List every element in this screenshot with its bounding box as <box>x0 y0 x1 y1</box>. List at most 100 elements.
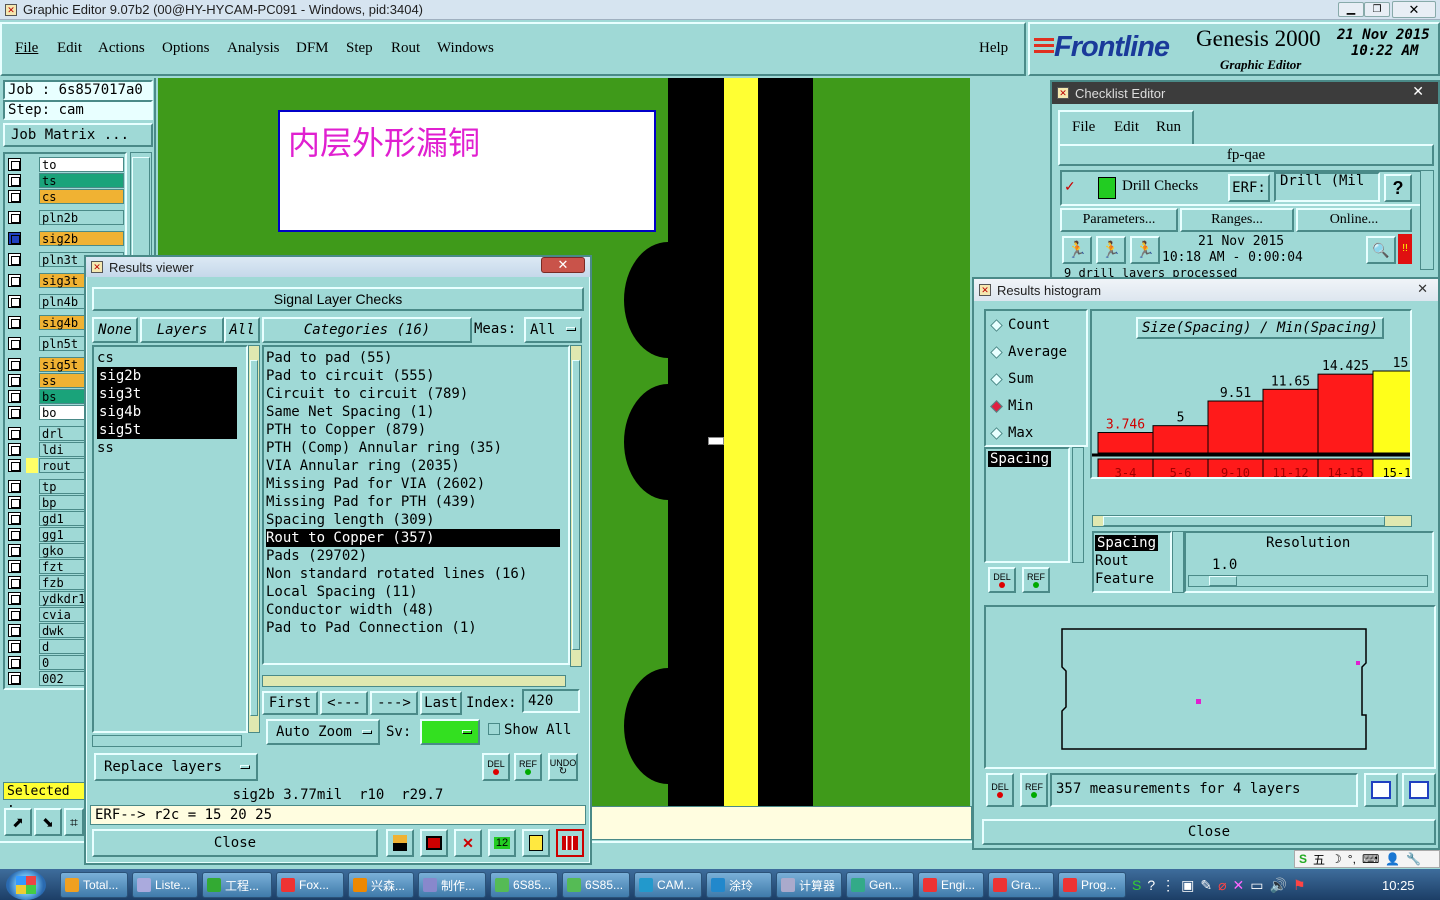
taskbar-item[interactable]: 工程... <box>202 872 272 898</box>
layer-checkbox[interactable] <box>8 496 21 509</box>
tray-monitor-icon[interactable]: ▭ <box>1250 877 1263 894</box>
layer-checkbox[interactable] <box>8 211 21 224</box>
close-window-button[interactable]: ✕ <box>1392 1 1436 18</box>
rv-close-button[interactable]: Close <box>92 829 378 857</box>
layer-checkbox[interactable] <box>8 560 21 573</box>
rv-category-item[interactable]: Local Spacing (11) <box>266 583 418 601</box>
radio-label[interactable]: Min <box>1008 398 1033 414</box>
layer-row[interactable]: cs <box>8 189 124 204</box>
layer-row[interactable]: ts <box>8 173 124 188</box>
rv-category-item[interactable]: Pad to circuit (555) <box>266 367 435 385</box>
taskbar-item[interactable]: Gra... <box>988 872 1054 898</box>
layer-checkbox[interactable] <box>8 374 21 387</box>
layer-checkbox[interactable] <box>8 480 21 493</box>
histogram-titlebar[interactable]: ✕ Results histogram ✕ <box>974 279 1438 301</box>
rv-category-item[interactable]: PTH to Copper (879) <box>266 421 426 439</box>
histogram-chart[interactable]: 3.746 3-4 5 5-6 9.51 9-10 11.65 11-12 14.425 14-1… <box>1092 311 1410 477</box>
rv-close-x-button[interactable]: ✕ <box>541 257 585 273</box>
histogram-close-button[interactable]: Close <box>982 819 1436 845</box>
menu-actions[interactable]: Actions <box>98 40 145 57</box>
layer-row[interactable]: pln2b <box>8 210 124 225</box>
replace-layers-button[interactable]: Replace layers <box>94 753 258 781</box>
res-item-feature[interactable]: Feature <box>1095 571 1154 587</box>
rv-tool-2[interactable] <box>420 829 448 857</box>
layer-checkbox[interactable] <box>8 576 21 589</box>
meas-dropdown[interactable]: All <box>524 317 582 343</box>
rv-layer-item[interactable]: sig3t <box>97 385 237 403</box>
layer-checkbox[interactable] <box>8 358 21 371</box>
menu-dfm[interactable]: DFM <box>296 40 329 57</box>
layer-checkbox[interactable] <box>8 232 21 245</box>
hist-del-button-2[interactable]: DEL <box>986 773 1014 807</box>
radio-label[interactable]: Count <box>1008 317 1050 333</box>
checklist-zoom-button[interactable]: 🔍 <box>1366 236 1396 264</box>
histogram-preview[interactable] <box>984 605 1436 769</box>
tray-net-icon[interactable]: ⌀ <box>1218 877 1226 894</box>
layer-checkbox[interactable] <box>8 443 21 456</box>
rv-category-item[interactable]: Missing Pad for PTH (439) <box>266 493 477 511</box>
layer-name[interactable]: sig2b <box>39 231 124 246</box>
layer-checkbox[interactable] <box>8 512 21 525</box>
rv-undo-button[interactable]: UNDO ↻ <box>548 753 578 781</box>
next-button[interactable]: ---> <box>370 691 418 715</box>
restore-button[interactable]: ❐ <box>1364 2 1390 17</box>
taskbar-item[interactable]: Liste... <box>132 872 198 898</box>
rv-tool-5[interactable] <box>522 829 550 857</box>
checklist-help-button[interactable]: ? <box>1384 174 1412 202</box>
rv-tool-3[interactable]: ✕ <box>454 829 482 857</box>
rv-category-item[interactable]: PTH (Comp) Annular ring (35) <box>266 439 502 457</box>
first-button[interactable]: First <box>262 691 318 715</box>
layer-checkbox[interactable] <box>8 672 21 685</box>
layers-button[interactable]: Layers <box>140 317 224 343</box>
layer-name[interactable]: pln2b <box>39 210 124 225</box>
sv-color-dropdown[interactable] <box>420 719 480 745</box>
res-list-vscroll[interactable] <box>1172 531 1184 593</box>
tray-flag-icon[interactable]: ⚑ <box>1293 877 1306 894</box>
note-box[interactable]: 内层外形漏铜 <box>278 110 656 232</box>
minimize-button[interactable]: ▁ <box>1338 2 1364 17</box>
rv-category-item[interactable]: Pad to Pad Connection (1) <box>266 619 477 637</box>
rv-layer-item[interactable]: sig5t <box>97 421 237 439</box>
menu-edit[interactable]: Edit <box>57 40 82 57</box>
snap-tool-button[interactable]: ⌗ <box>64 808 84 836</box>
layer-checkbox[interactable] <box>8 158 21 171</box>
histogram-bar[interactable] <box>1152 425 1209 454</box>
taskbar-item[interactable]: CAM... <box>634 872 702 898</box>
histogram-bar[interactable] <box>1317 373 1374 454</box>
rv-category-item[interactable]: Pad to pad (55) <box>266 349 392 367</box>
taskbar-item[interactable]: 涂玲 <box>706 872 772 898</box>
none-button[interactable]: None <box>92 317 138 343</box>
menu-windows[interactable]: Windows <box>437 40 494 57</box>
rv-category-item[interactable]: Pads (29702) <box>266 547 367 565</box>
job-matrix-button[interactable]: Job Matrix ... <box>3 123 153 147</box>
run-check-button[interactable]: 🏃 <box>1062 236 1092 264</box>
attr-item-spacing[interactable]: Spacing <box>988 451 1052 467</box>
radio-label[interactable]: Sum <box>1008 371 1033 387</box>
hist-ref-button-2[interactable]: REF <box>1020 773 1048 807</box>
taskbar-item[interactable]: Fox... <box>276 872 344 898</box>
layer-row[interactable]: sig2b <box>8 231 124 246</box>
checklist-close-x-button[interactable]: ✕ <box>1412 83 1424 100</box>
histogram-bar[interactable] <box>1262 388 1319 454</box>
tray-help-icon[interactable]: ? <box>1147 877 1155 893</box>
menu-file[interactable]: File <box>15 40 38 57</box>
checklist-vscroll[interactable] <box>1420 170 1434 270</box>
layer-name[interactable]: to <box>39 157 124 172</box>
taskbar-clock[interactable]: 10:25 <box>1382 878 1415 893</box>
tray-menu-icon[interactable]: ⋮ <box>1161 877 1175 894</box>
tray-paint-icon[interactable]: ✎ <box>1200 877 1212 894</box>
rv-layer-vscroll[interactable] <box>248 345 260 733</box>
taskbar-item[interactable]: Gen... <box>846 872 914 898</box>
layer-checkbox[interactable] <box>8 174 21 187</box>
window-titlebar[interactable]: ✕ Graphic Editor 9.07b2 (00@HY-HYCAM-PC0… <box>0 0 1440 20</box>
res-item-spacing[interactable]: Spacing <box>1095 535 1159 551</box>
layer-checkbox[interactable] <box>8 459 21 472</box>
histogram-bar[interactable] <box>1097 432 1154 454</box>
layer-checkbox[interactable] <box>8 390 21 403</box>
checklist-titlebar[interactable]: ✕ Checklist Editor ✕ <box>1052 82 1438 104</box>
checklist-menu-edit[interactable]: Edit <box>1114 119 1139 136</box>
layer-checkbox[interactable] <box>8 406 21 419</box>
prev-button[interactable]: <--- <box>320 691 368 715</box>
ime-bar[interactable]: S 五 ☽ °, ⌨ 👤 🔧 <box>1294 850 1440 868</box>
result-marker[interactable] <box>708 437 724 445</box>
